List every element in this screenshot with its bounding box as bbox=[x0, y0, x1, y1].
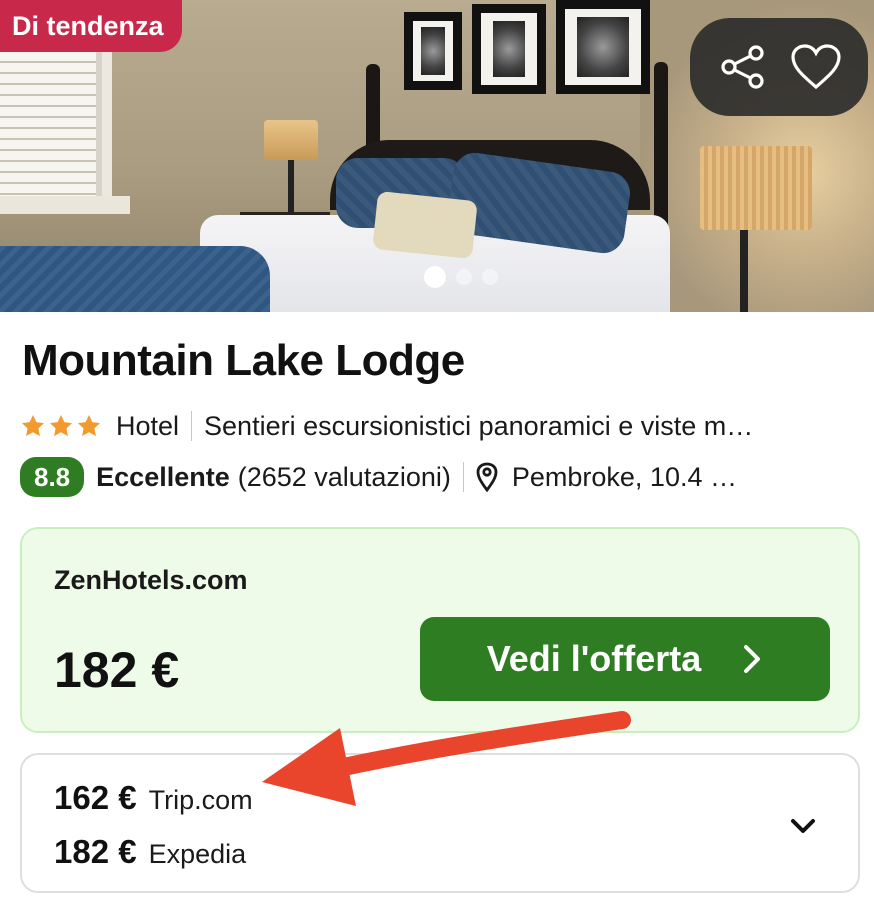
hotel-location: Pembroke, 10.4 … bbox=[511, 461, 737, 492]
view-deal-label: Vedi l'offerta bbox=[486, 638, 702, 679]
divider bbox=[191, 411, 193, 441]
view-deal-button[interactable]: Vedi l'offerta bbox=[420, 617, 830, 701]
photo-frame bbox=[472, 4, 546, 94]
lamp-shade bbox=[264, 120, 318, 160]
share-button[interactable] bbox=[713, 37, 773, 97]
review-count: (2652 valutazioni) bbox=[237, 461, 451, 492]
other-offer-row[interactable]: 162 € Trip.com bbox=[54, 779, 253, 817]
decorative-pillow bbox=[372, 190, 478, 260]
hotel-highlight: Sentieri escursionistici panoramici e vi… bbox=[204, 410, 754, 441]
carousel-dot[interactable] bbox=[482, 269, 498, 285]
review-score-badge: 8.8 bbox=[20, 457, 85, 497]
offer-provider: ZenHotels.com bbox=[54, 565, 248, 595]
hotel-rating-row[interactable]: 8.8 Eccellente (2652 valutazioni) Pembro… bbox=[20, 455, 860, 499]
heart-icon bbox=[790, 44, 841, 90]
other-offers-card[interactable]: 162 € Trip.com 182 € Expedia bbox=[20, 753, 860, 893]
share-icon bbox=[720, 45, 764, 89]
star-rating bbox=[20, 413, 102, 439]
best-offer-card[interactable]: ZenHotels.com 182 € Vedi l'offerta bbox=[20, 527, 860, 733]
lamp-base bbox=[740, 228, 748, 312]
carousel-dot[interactable] bbox=[424, 266, 446, 288]
trending-badge: Di tendenza bbox=[0, 0, 182, 52]
other-offer-row[interactable]: 182 € Expedia bbox=[54, 833, 246, 871]
favorite-button[interactable] bbox=[786, 37, 846, 97]
star-icon bbox=[49, 414, 73, 437]
lamp-base bbox=[288, 160, 294, 214]
photo-frame bbox=[404, 12, 462, 90]
star-icon bbox=[77, 414, 101, 437]
hotel-name[interactable]: Mountain Lake Lodge bbox=[22, 336, 465, 386]
map-pin-icon bbox=[476, 462, 498, 492]
chevron-right-icon bbox=[744, 645, 761, 673]
divider bbox=[462, 462, 464, 492]
carousel-dots[interactable] bbox=[424, 266, 498, 288]
other-offer-provider: Expedia bbox=[148, 839, 247, 869]
hotel-meta-row: Hotel Sentieri escursionistici panoramic… bbox=[20, 406, 860, 446]
photo-sill bbox=[0, 196, 130, 214]
other-offer-price: 162 € bbox=[54, 779, 137, 816]
star-icon bbox=[21, 414, 45, 437]
blanket bbox=[0, 246, 270, 312]
hotel-type: Hotel bbox=[116, 410, 180, 441]
chevron-down-icon[interactable] bbox=[788, 811, 818, 841]
lamp-shade bbox=[700, 146, 812, 230]
other-offer-provider: Trip.com bbox=[148, 785, 253, 815]
photo-frame bbox=[556, 0, 650, 94]
rating-label: Eccellente bbox=[96, 461, 230, 492]
carousel-dot[interactable] bbox=[456, 269, 472, 285]
other-offer-price: 182 € bbox=[54, 833, 137, 870]
offer-price: 182 € bbox=[54, 642, 180, 698]
photo-actions bbox=[690, 18, 868, 116]
photo-shutter bbox=[0, 52, 96, 202]
